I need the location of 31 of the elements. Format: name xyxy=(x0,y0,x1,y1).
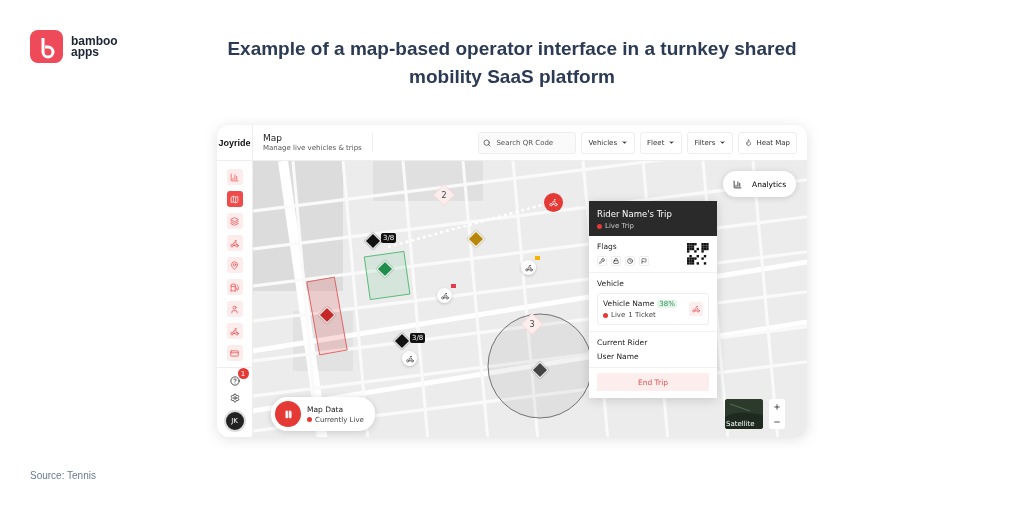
logo-icon xyxy=(30,30,63,63)
settings-icon[interactable] xyxy=(229,393,240,403)
card-icon xyxy=(230,348,239,358)
search-icon xyxy=(483,138,492,147)
sidebar-item[interactable] xyxy=(226,279,243,295)
layers-icon xyxy=(230,216,239,226)
sidebar-item[interactable] xyxy=(226,345,243,361)
scooter-icon xyxy=(230,238,239,248)
sidebar-item[interactable] xyxy=(226,169,243,185)
logo-text: bamboo apps xyxy=(71,35,118,58)
chart-icon xyxy=(230,172,239,182)
sidebar-item[interactable] xyxy=(226,323,243,339)
caret-icon xyxy=(621,139,629,146)
sidebar-item[interactable] xyxy=(226,191,243,207)
source-note: Source: Tennis xyxy=(30,470,96,481)
map-icon xyxy=(230,194,239,204)
sidebar-item[interactable] xyxy=(226,213,243,229)
page-title: Map xyxy=(263,133,283,143)
bike-icon xyxy=(230,326,239,336)
fuel-icon xyxy=(230,282,239,292)
sidebar-item[interactable] xyxy=(226,257,243,273)
help-icon[interactable] xyxy=(229,376,240,386)
user-icon xyxy=(230,304,239,314)
sidebar-item[interactable] xyxy=(226,301,243,317)
caret-icon xyxy=(719,139,727,146)
brand-logo: Joyride xyxy=(217,125,253,161)
pin-icon xyxy=(230,260,239,270)
caret-icon xyxy=(668,139,676,146)
sidebar-item[interactable] xyxy=(226,235,243,251)
flame-icon xyxy=(745,139,753,146)
headline: Example of a map-based operator interface in a turnkey shared mobility SaaS platform xyxy=(226,37,798,89)
